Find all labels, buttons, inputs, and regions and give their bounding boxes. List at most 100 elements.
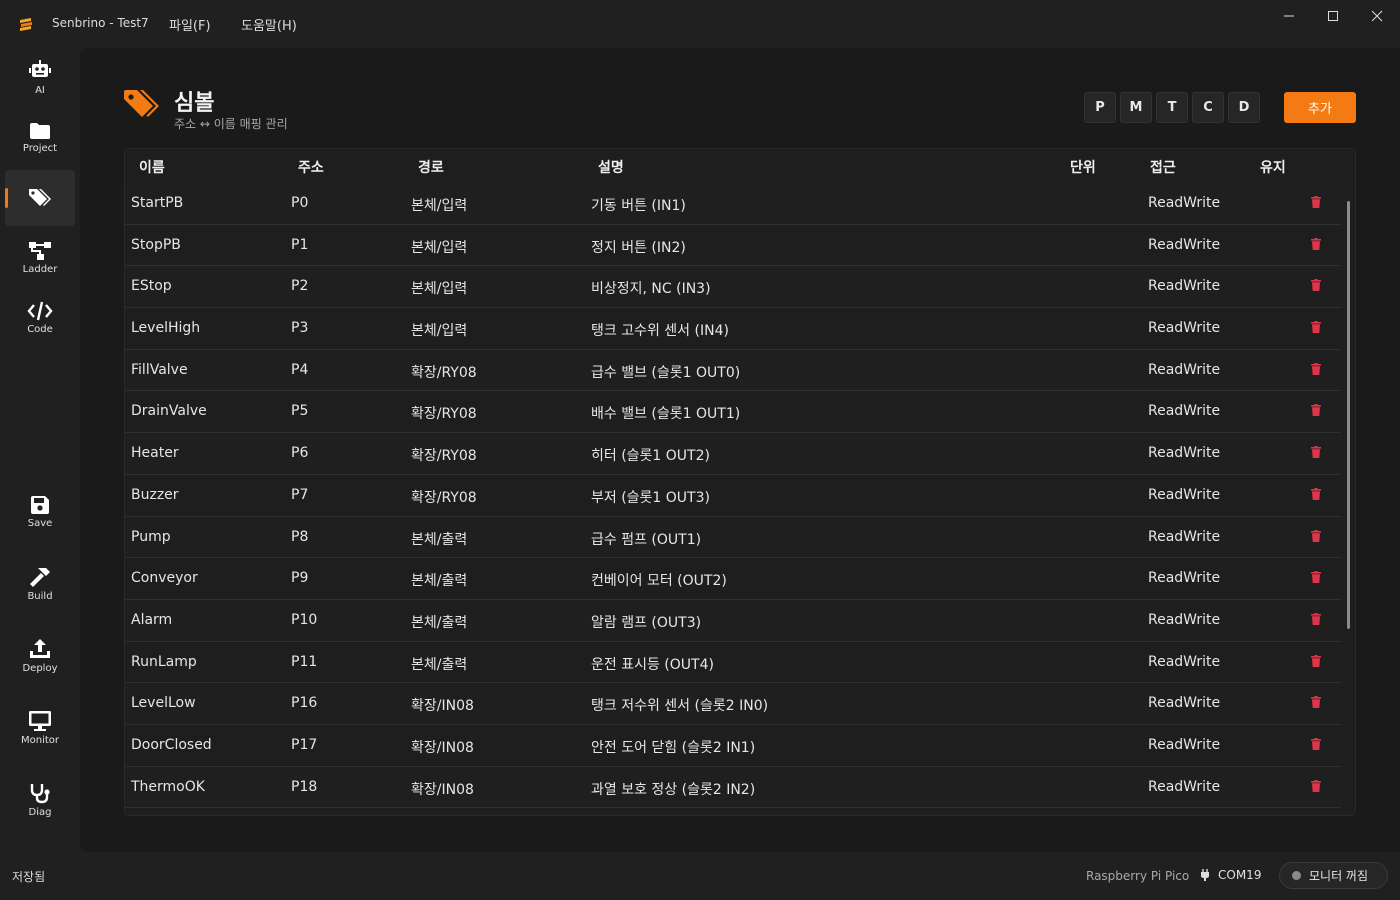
cell-path[interactable]: 본체/출력 (411, 570, 467, 590)
cell-name[interactable]: StartPB (131, 195, 183, 211)
cell-name[interactable]: EStop (131, 278, 172, 294)
cell-access[interactable]: ReadWrite (1148, 445, 1220, 461)
trash-icon[interactable] (1311, 487, 1321, 504)
sidebar-item-ladder[interactable]: Ladder (5, 230, 75, 286)
trash-icon[interactable] (1311, 196, 1321, 212)
menu-help[interactable]: 도움말(H) (241, 15, 297, 34)
column-header-path[interactable]: 경로 (418, 157, 444, 177)
table-row[interactable]: RunLamp P11 본체/출력 운전 표시등 (OUT4) ReadWrite (125, 642, 1341, 684)
cell-address[interactable]: P5 (291, 403, 308, 419)
cell-description[interactable]: 탱크 고수위 센서 (IN4) (591, 320, 729, 340)
sidebar-item-monitor[interactable]: Monitor (5, 700, 75, 756)
column-header-unit[interactable]: 단위 (1070, 157, 1096, 177)
table-row[interactable]: LevelHigh P3 본체/입력 탱크 고수위 센서 (IN4) ReadWrite (125, 308, 1341, 350)
trash-icon[interactable] (1311, 654, 1321, 671)
cell-description[interactable]: 급수 펌프 (OUT1) (591, 529, 701, 549)
cell-description[interactable]: 정지 버튼 (IN2) (591, 237, 686, 257)
cell-description[interactable]: 기동 버튼 (IN1) (591, 195, 686, 215)
cell-name[interactable]: Heater (131, 445, 179, 461)
column-header-address[interactable]: 주소 (298, 157, 324, 177)
trash-icon[interactable] (1311, 696, 1321, 712)
cell-description[interactable]: 배수 밸브 (슬롯1 OUT1) (591, 403, 740, 423)
sidebar-item-project[interactable]: Project (5, 110, 75, 166)
column-header-name[interactable]: 이름 (139, 157, 165, 177)
cell-address[interactable]: P8 (291, 529, 308, 545)
cell-path[interactable]: 본체/출력 (411, 612, 467, 632)
trash-icon[interactable] (1311, 779, 1321, 796)
sidebar-item-save[interactable]: Save (5, 484, 75, 540)
cell-path[interactable]: 본체/입력 (411, 278, 467, 298)
trash-icon[interactable] (1311, 404, 1321, 420)
cell-path[interactable]: 확장/IN08 (411, 695, 474, 715)
column-header-description[interactable]: 설명 (598, 157, 624, 177)
table-row[interactable]: ThermoOK P18 확장/IN08 과열 보호 정상 (슬롯2 IN2) Read… (125, 766, 1341, 809)
cell-name[interactable]: FillValve (131, 362, 188, 378)
table-row[interactable]: LevelLow P16 확장/IN08 탱크 저수위 센서 (슬롯2 IN0) Rea… (125, 683, 1341, 725)
cell-path[interactable]: 본체/입력 (411, 237, 467, 257)
table-row[interactable]: EStop P2 본체/입력 비상정지, NC (IN3) ReadWrite (125, 266, 1341, 309)
sidebar-item-symbols[interactable] (5, 170, 75, 226)
cell-path[interactable]: 본체/입력 (411, 195, 467, 215)
sidebar-item-diag[interactable]: Diag (5, 772, 75, 828)
cell-description[interactable]: 컨베이어 모터 (OUT2) (591, 570, 727, 590)
filter-m-button[interactable]: M (1120, 92, 1152, 123)
cell-address[interactable]: P2 (291, 278, 308, 294)
cell-access[interactable]: ReadWrite (1148, 278, 1220, 294)
trash-icon[interactable] (1311, 571, 1321, 587)
cell-address[interactable]: P16 (291, 695, 317, 711)
table-row[interactable]: Buzzer P7 확장/RY08 부저 (슬롯1 OUT3) ReadWrite (125, 475, 1341, 517)
sidebar-item-ai[interactable]: AI (5, 50, 75, 106)
cell-address[interactable]: P18 (291, 779, 317, 795)
cell-address[interactable]: P7 (291, 487, 308, 503)
cell-description[interactable]: 비상정지, NC (IN3) (591, 278, 711, 298)
table-row[interactable]: StartPB P0 본체/입력 기동 버튼 (IN1) ReadWrite (125, 183, 1341, 225)
filter-c-button[interactable]: C (1192, 92, 1224, 123)
table-row[interactable]: FillValve P4 확장/RY08 급수 밸브 (슬롯1 OUT0) ReadWr… (125, 349, 1341, 392)
table-row[interactable]: DrainValve P5 확장/RY08 배수 밸브 (슬롯1 OUT1) ReadW… (125, 391, 1341, 434)
column-header-access[interactable]: 접근 (1150, 157, 1176, 177)
cell-name[interactable]: RunLamp (131, 654, 197, 670)
sidebar-item-build[interactable]: Build (5, 556, 75, 612)
cell-address[interactable]: P0 (291, 195, 308, 211)
cell-path[interactable]: 확장/RY08 (411, 445, 477, 465)
cell-access[interactable]: ReadWrite (1148, 403, 1220, 419)
cell-access[interactable]: ReadWrite (1148, 237, 1220, 253)
cell-name[interactable]: Buzzer (131, 487, 179, 503)
table-row[interactable]: Heater P6 확장/RY08 히터 (슬롯1 OUT2) ReadWrite (125, 433, 1341, 475)
cell-description[interactable]: 안전 도어 닫힘 (슬롯2 IN1) (591, 737, 755, 757)
cell-access[interactable]: ReadWrite (1148, 195, 1220, 211)
maximize-button[interactable] (1310, 0, 1356, 32)
add-symbol-button[interactable]: 추가 (1284, 92, 1356, 123)
cell-name[interactable]: Pump (131, 529, 171, 545)
cell-name[interactable]: Conveyor (131, 570, 198, 586)
cell-path[interactable]: 본체/출력 (411, 529, 467, 549)
menu-file[interactable]: 파일(F) (169, 15, 211, 34)
cell-path[interactable]: 확장/RY08 (411, 487, 477, 507)
cell-description[interactable]: 과열 보호 정상 (슬롯2 IN2) (591, 779, 755, 799)
monitor-toggle[interactable]: 모니터 꺼짐 (1279, 862, 1388, 889)
trash-icon[interactable] (1311, 737, 1321, 754)
cell-path[interactable]: 확장/IN08 (411, 779, 474, 799)
close-button[interactable] (1354, 0, 1400, 32)
cell-name[interactable]: Alarm (131, 612, 172, 628)
cell-path[interactable]: 확장/RY08 (411, 403, 477, 423)
minimize-button[interactable] (1266, 0, 1312, 32)
sidebar-item-deploy[interactable]: Deploy (5, 628, 75, 684)
port-status[interactable]: COM19 (1200, 868, 1261, 882)
cell-path[interactable]: 본체/입력 (411, 320, 467, 340)
cell-address[interactable]: P3 (291, 320, 308, 336)
filter-d-button[interactable]: D (1228, 92, 1260, 123)
cell-address[interactable]: P17 (291, 737, 317, 753)
trash-icon[interactable] (1311, 321, 1321, 337)
cell-address[interactable]: P6 (291, 445, 308, 461)
table-row[interactable]: DoorClosed P17 확장/IN08 안전 도어 닫힘 (슬롯2 IN1) Re… (125, 725, 1341, 767)
cell-access[interactable]: ReadWrite (1148, 529, 1220, 545)
cell-access[interactable]: ReadWrite (1148, 695, 1220, 711)
cell-name[interactable]: ThermoOK (131, 779, 205, 795)
table-scrollbar[interactable] (1347, 201, 1350, 629)
cell-path[interactable]: 확장/IN08 (411, 737, 474, 757)
trash-icon[interactable] (1311, 237, 1321, 254)
cell-name[interactable]: LevelHigh (131, 320, 200, 336)
cell-description[interactable]: 급수 밸브 (슬롯1 OUT0) (591, 362, 740, 382)
cell-access[interactable]: ReadWrite (1148, 362, 1220, 378)
